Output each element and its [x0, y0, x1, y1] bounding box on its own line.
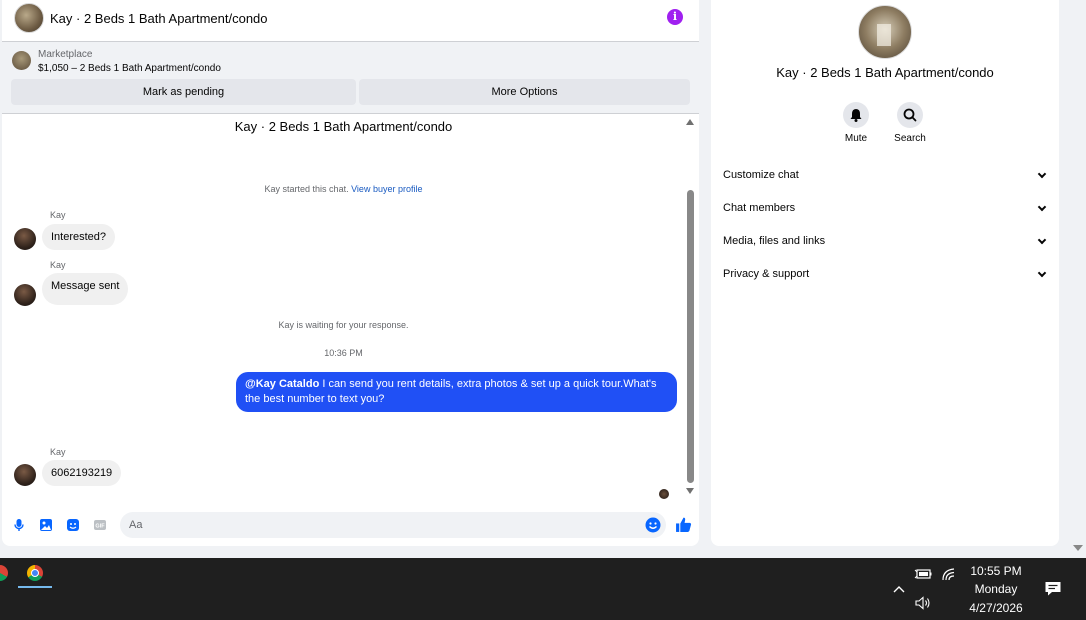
- chat-panel: Kay · 2 Beds 1 Bath Apartment/condo i Ma…: [2, 0, 699, 546]
- search-label: Search: [894, 133, 926, 144]
- avatar[interactable]: [14, 284, 36, 306]
- section-label: Chat members: [723, 202, 796, 214]
- conversation-title: Kay · 2 Beds 1 Bath Apartment/condo: [234, 119, 453, 134]
- chat-header: Kay · 2 Beds 1 Bath Apartment/condo i: [2, 0, 699, 42]
- chevron-down-icon: [1037, 235, 1047, 245]
- clock-time[interactable]: 10:55 PM: [962, 564, 1030, 578]
- waiting-notice: Kay is waiting for your response.: [278, 320, 409, 330]
- mute-button[interactable]: [843, 102, 869, 128]
- message-bubble[interactable]: Interested?: [42, 224, 116, 250]
- listing-avatar-large[interactable]: [858, 5, 912, 59]
- avatar[interactable]: [14, 464, 36, 486]
- notifications-icon[interactable]: [1044, 580, 1062, 598]
- chat-started-notice: Kay started this chat. View buyer profil…: [2, 184, 685, 194]
- message-timestamp: 10:36 PM: [324, 348, 363, 358]
- message-bubble[interactable]: 6062193219: [42, 460, 122, 486]
- message-sender: Kay: [50, 210, 66, 220]
- chat-members-section[interactable]: Chat members: [723, 199, 1047, 217]
- gif-icon[interactable]: GIF: [93, 518, 107, 532]
- chrome-app-icon[interactable]: [0, 565, 8, 581]
- scroll-up-arrow-icon[interactable]: [686, 119, 694, 125]
- conversation-info-panel: Kay · 2 Beds 1 Bath Apartment/condo Mute…: [711, 0, 1059, 546]
- outgoing-message-bubble[interactable]: @Kay Cataldo I can send you rent details…: [236, 372, 677, 412]
- svg-text:GIF: GIF: [95, 524, 105, 530]
- customize-chat-section[interactable]: Customize chat: [723, 166, 1047, 184]
- listing-thumbnail[interactable]: [12, 51, 31, 70]
- page-scroll-down-arrow-icon[interactable]: [1073, 545, 1083, 551]
- wifi-icon[interactable]: [941, 567, 957, 581]
- chevron-down-icon: [1037, 169, 1047, 179]
- speaker-icon[interactable]: [914, 596, 932, 610]
- message-input[interactable]: [120, 512, 666, 538]
- chevron-up-icon[interactable]: [893, 584, 905, 594]
- message-sender: Kay: [50, 447, 66, 457]
- sticker-icon[interactable]: [66, 518, 80, 532]
- message-bubble[interactable]: Message sent: [42, 273, 129, 305]
- active-app-indicator: [18, 586, 52, 588]
- marketplace-label: Marketplace: [38, 49, 93, 60]
- chevron-down-icon: [1037, 202, 1047, 212]
- section-label: Media, files and links: [723, 235, 826, 247]
- message-composer: GIF: [2, 508, 699, 542]
- listing-price-title[interactable]: $1,050 – 2 Beds 1 Bath Apartment/condo: [38, 63, 221, 74]
- scroll-down-arrow-icon[interactable]: [686, 488, 694, 494]
- scrollbar-thumb[interactable]: [687, 190, 694, 483]
- clock-date[interactable]: 4/27/2026: [962, 601, 1030, 615]
- section-label: Privacy & support: [723, 268, 810, 280]
- media-files-links-section[interactable]: Media, files and links: [723, 232, 1047, 250]
- privacy-support-section[interactable]: Privacy & support: [723, 265, 1047, 283]
- bell-icon: [850, 109, 862, 122]
- mention[interactable]: @Kay Cataldo: [245, 378, 319, 390]
- search-button[interactable]: [897, 102, 923, 128]
- avatar[interactable]: [14, 228, 36, 250]
- listing-avatar[interactable]: [14, 3, 44, 33]
- section-label: Customize chat: [723, 169, 799, 181]
- more-options-button[interactable]: More Options: [359, 79, 690, 105]
- thumbs-up-icon[interactable]: [675, 516, 692, 533]
- mute-label: Mute: [844, 133, 868, 144]
- mark-as-pending-button[interactable]: Mark as pending: [11, 79, 356, 105]
- chat-header-title[interactable]: Kay · 2 Beds 1 Bath Apartment/condo: [50, 11, 268, 26]
- marketplace-banner: Marketplace $1,050 – 2 Beds 1 Bath Apart…: [2, 42, 699, 114]
- chevron-down-icon: [1037, 268, 1047, 278]
- message-sender: Kay: [50, 260, 66, 270]
- clock-day[interactable]: Monday: [962, 582, 1030, 596]
- chrome-active-app-icon[interactable]: [27, 565, 43, 581]
- battery-icon[interactable]: [914, 567, 932, 581]
- info-icon[interactable]: i: [667, 9, 683, 25]
- view-buyer-profile-link[interactable]: View buyer profile: [351, 184, 422, 194]
- info-panel-title: Kay · 2 Beds 1 Bath Apartment/condo: [776, 65, 994, 80]
- microphone-icon[interactable]: [12, 518, 26, 532]
- search-icon: [903, 108, 917, 122]
- emoji-icon[interactable]: [645, 517, 661, 533]
- seen-indicator-avatar: [659, 489, 669, 499]
- photo-icon[interactable]: [39, 518, 53, 532]
- chat-scrollbar[interactable]: [685, 115, 697, 500]
- windows-taskbar: 10:55 PM Monday 4/27/2026: [0, 558, 1086, 620]
- chat-started-text: Kay started this chat.: [264, 184, 349, 194]
